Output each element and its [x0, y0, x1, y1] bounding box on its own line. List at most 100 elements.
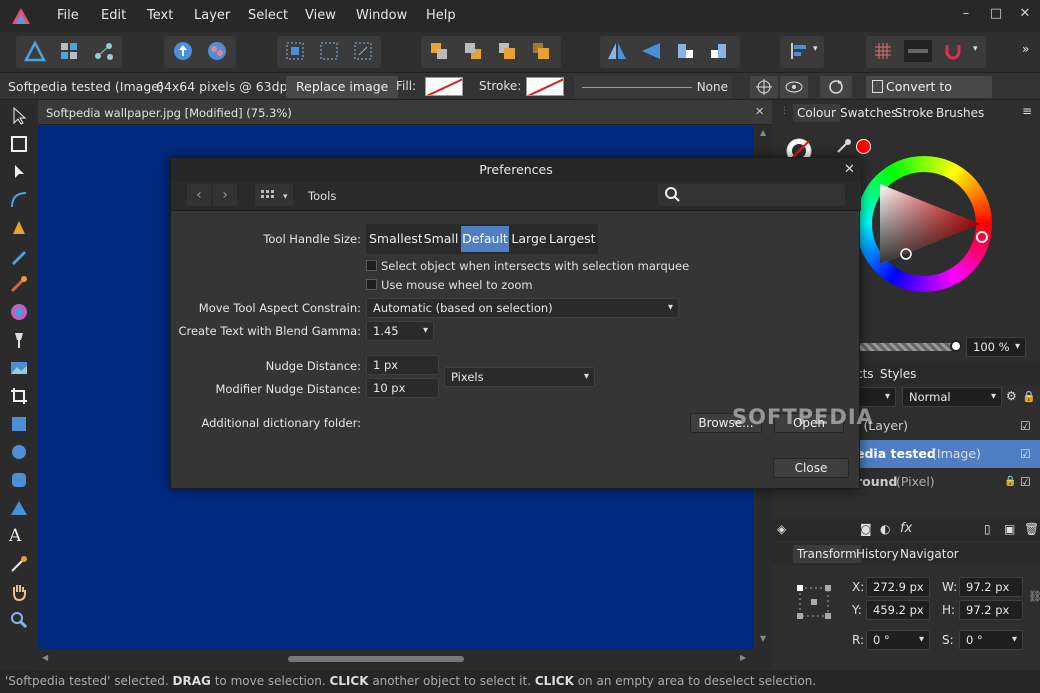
menu-layer[interactable]: Layer — [194, 8, 230, 23]
move-to-back-icon[interactable] — [428, 40, 450, 62]
search-input[interactable] — [658, 184, 845, 206]
delete-layer-icon[interactable]: 🗑 — [1024, 522, 1039, 536]
menu-text[interactable]: Text — [147, 8, 173, 23]
menu-edit[interactable]: Edit — [101, 8, 126, 23]
brush-tool-icon[interactable] — [9, 274, 29, 294]
scroll-down-icon[interactable]: ▼ — [760, 634, 766, 643]
tab-stroke[interactable]: Stroke — [895, 106, 933, 120]
tab-transform[interactable]: Transform — [793, 545, 861, 563]
pencil-tool-icon[interactable] — [9, 246, 29, 266]
horizontal-scrollbar[interactable]: ◀ ▶ — [38, 650, 772, 668]
anchor-selector-icon[interactable] — [796, 584, 832, 620]
menu-select[interactable]: Select — [248, 8, 288, 23]
mask-icon[interactable]: ◙ — [860, 522, 872, 536]
tab-navigator[interactable]: Navigator — [900, 547, 959, 561]
colour-wheel[interactable] — [856, 156, 992, 292]
fill-tool-icon[interactable] — [9, 302, 29, 322]
scroll-up-icon[interactable]: ▲ — [760, 128, 766, 137]
tab-history[interactable]: History — [856, 547, 899, 561]
replace-image-button[interactable]: Replace image — [286, 76, 399, 98]
move-back-icon[interactable] — [462, 40, 484, 62]
maximize-icon[interactable]: □ — [986, 6, 1006, 26]
mouse-wheel-zoom-checkbox[interactable] — [366, 279, 377, 290]
link-ratio-icon[interactable]: ⛓ — [1028, 590, 1040, 603]
snapping-icon[interactable] — [942, 40, 964, 62]
horizontal-scroll-thumb[interactable] — [288, 656, 464, 662]
w-input[interactable]: 97.2 px — [959, 577, 1023, 597]
handle-size-default[interactable]: Default — [461, 226, 509, 252]
deselect-icon[interactable] — [318, 40, 340, 62]
ellipse-tool-icon[interactable] — [9, 442, 29, 462]
convert-to-curves-button[interactable]: Convert to Curves — [866, 76, 992, 116]
move-forward-icon[interactable] — [496, 40, 518, 62]
rotate-left-icon[interactable] — [674, 40, 696, 62]
y-input[interactable]: 459.2 px — [866, 600, 930, 620]
close-window-icon[interactable]: ✕ — [1015, 6, 1035, 26]
layer-opacity-dropdown[interactable] — [856, 387, 896, 407]
sections-grid-button[interactable]: ▾ — [255, 184, 293, 206]
opacity-slider-handle[interactable] — [950, 340, 962, 352]
handle-size-smallest[interactable]: Smallest — [369, 226, 423, 252]
transform-origin-icon[interactable] — [750, 76, 778, 98]
layers-stack-icon[interactable]: ◈ — [777, 522, 786, 536]
rotation-input[interactable]: 0 ° — [866, 630, 930, 650]
share-icon[interactable] — [172, 40, 194, 62]
export-persona-icon[interactable] — [93, 40, 115, 62]
dialog-close-icon[interactable]: ✕ — [844, 162, 855, 177]
text-tool-icon[interactable]: A — [9, 526, 29, 546]
select-all-icon[interactable] — [284, 40, 306, 62]
nudge-distance-input[interactable]: 1 px — [366, 355, 439, 375]
scroll-left-icon[interactable]: ◀ — [42, 653, 48, 662]
place-image-icon[interactable] — [9, 358, 29, 378]
tab-styles[interactable]: Styles — [880, 367, 916, 381]
color-picker-icon[interactable] — [9, 554, 29, 574]
rotate-right-icon[interactable] — [708, 40, 730, 62]
handle-size-largest[interactable]: Largest — [549, 226, 596, 252]
blend-gamma-dropdown[interactable]: 1.45 — [366, 321, 434, 341]
document-tab[interactable]: Softpedia wallpaper.jpg [Modified] (75.3… — [38, 100, 772, 125]
x-input[interactable]: 272.9 px — [866, 577, 930, 597]
triangle-tool-icon[interactable] — [9, 498, 29, 518]
handle-size-small[interactable]: Small — [422, 226, 460, 252]
panel-menu-icon[interactable]: ≡ — [1022, 104, 1032, 118]
assistant-icon[interactable] — [206, 40, 228, 62]
rounded-rectangle-tool-icon[interactable] — [9, 470, 29, 490]
tab-colour[interactable]: Colour — [793, 104, 840, 122]
grid-icon[interactable] — [872, 40, 894, 62]
h-input[interactable]: 97.2 px — [959, 600, 1023, 620]
nudge-units-dropdown[interactable]: Pixels — [444, 367, 595, 387]
layer-visible-checkbox[interactable]: ☑ — [1020, 440, 1031, 468]
flip-horizontal-icon[interactable] — [606, 40, 628, 62]
layer-visible-checkbox[interactable]: ☑ — [1020, 468, 1031, 496]
layer-lock-icon[interactable]: 🔒 — [1004, 468, 1016, 496]
stroke-style-selector[interactable]: None — [574, 76, 732, 98]
menu-window[interactable]: Window — [356, 8, 407, 23]
blend-mode-dropdown[interactable]: Normal — [902, 387, 1002, 407]
opacity-slider[interactable] — [858, 340, 962, 352]
eyedropper-icon[interactable] — [836, 138, 852, 154]
modifier-nudge-input[interactable]: 10 px — [366, 378, 439, 398]
tab-swatches[interactable]: Swatches — [840, 106, 897, 120]
zoom-tool-icon[interactable] — [9, 610, 29, 630]
layer-lock-icon[interactable]: 🔒 — [1022, 390, 1036, 403]
hand-tool-icon[interactable] — [9, 582, 29, 602]
shear-input[interactable]: 0 ° — [959, 630, 1023, 650]
aspect-constrain-dropdown[interactable]: Automatic (based on selection) — [366, 298, 679, 318]
corner-tool-icon[interactable] — [9, 190, 29, 210]
group-layer-icon[interactable]: ▣ — [1004, 522, 1015, 536]
close-button[interactable]: Close — [773, 458, 849, 478]
intersect-selection-checkbox[interactable] — [366, 260, 377, 271]
pixel-persona-icon[interactable] — [58, 40, 80, 62]
back-button[interactable]: ‹ — [187, 184, 211, 206]
menu-file[interactable]: File — [57, 8, 79, 23]
artboard-tool-icon[interactable] — [9, 134, 29, 154]
invert-selection-icon[interactable] — [352, 40, 374, 62]
flip-vertical-icon[interactable] — [640, 40, 662, 62]
forward-button[interactable]: › — [213, 184, 237, 206]
layer-visible-checkbox[interactable]: ☑ — [1020, 412, 1031, 440]
fill-swatch[interactable] — [425, 77, 463, 96]
pen-tool-icon[interactable] — [9, 218, 29, 238]
minimize-icon[interactable]: – — [956, 6, 976, 26]
align-dropdown-icon[interactable]: ▾ — [813, 44, 818, 54]
opacity-input[interactable]: 100 % — [966, 337, 1026, 357]
